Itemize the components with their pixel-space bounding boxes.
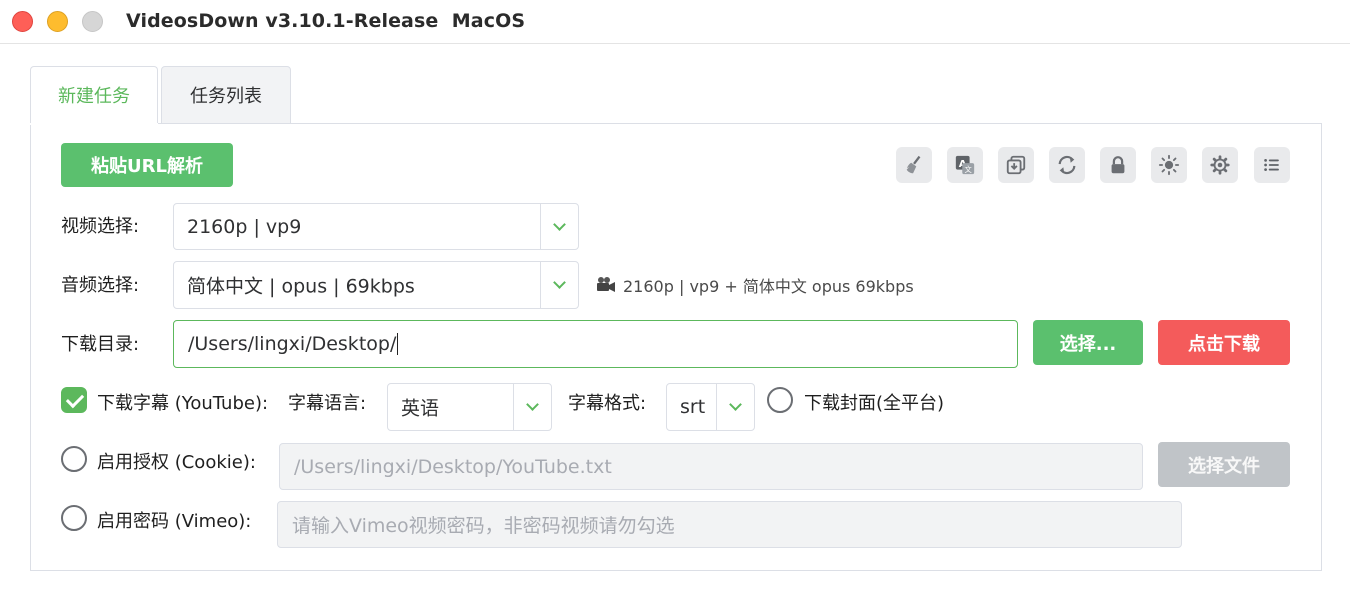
download-cover-checkbox[interactable] <box>767 387 793 413</box>
brightness-icon[interactable] <box>1151 147 1187 183</box>
subtitle-format-value: srt <box>680 396 706 418</box>
audio-select[interactable]: 简体中文 | opus | 69kbps <box>173 261 579 309</box>
video-select-value: 2160p | vp9 <box>187 215 302 238</box>
subtitle-language-value: 英语 <box>401 397 440 420</box>
copy-icon[interactable] <box>998 147 1034 183</box>
list-icon[interactable] <box>1254 147 1290 183</box>
lock-icon[interactable] <box>1100 147 1136 183</box>
start-download-button[interactable]: 点击下载 <box>1158 320 1290 365</box>
broom-icon[interactable] <box>896 147 932 183</box>
maximize-window-button[interactable] <box>82 11 103 32</box>
chevron-down-icon[interactable] <box>716 384 754 430</box>
translate-icon[interactable]: A文 <box>947 147 983 183</box>
download-subtitles-checkbox[interactable] <box>61 387 87 413</box>
svg-text:文: 文 <box>965 165 973 174</box>
format-summary-text: 2160p | vp9 + 简体中文 opus 69kbps <box>623 277 914 296</box>
video-camera-icon <box>595 276 617 294</box>
format-summary: 2160p | vp9 + 简体中文 opus 69kbps <box>595 273 914 297</box>
enable-cookie-checkbox[interactable] <box>61 446 87 472</box>
subtitle-language-select[interactable]: 英语 <box>387 383 552 431</box>
chevron-down-icon[interactable] <box>540 262 578 308</box>
choose-dir-button[interactable]: 选择... <box>1033 320 1143 365</box>
download-dir-label: 下载目录: <box>61 334 140 355</box>
video-select[interactable]: 2160p | vp9 <box>173 203 579 250</box>
settings-icon[interactable] <box>1202 147 1238 183</box>
vimeo-password-placeholder: 请输入Vimeo视频密码，非密码视频请勿勾选 <box>292 515 675 537</box>
cookie-file-input[interactable]: /Users/lingxi/Desktop/YouTube.txt <box>279 443 1143 490</box>
refresh-icon[interactable] <box>1049 147 1085 183</box>
download-cover-label: 下载封面(全平台) <box>804 393 945 414</box>
title-bar: VideosDown v3.10.1-Release MacOS <box>0 0 1350 44</box>
download-dir-value: /Users/lingxi/Desktop/ <box>188 333 397 355</box>
close-window-button[interactable] <box>12 11 33 32</box>
window-title: VideosDown v3.10.1-Release MacOS <box>126 10 526 32</box>
audio-select-value: 简体中文 | opus | 69kbps <box>187 275 415 298</box>
cookie-file-value: /Users/lingxi/Desktop/YouTube.txt <box>294 455 612 478</box>
enable-cookie-label: 启用授权 (Cookie): <box>97 452 256 473</box>
audio-select-label: 音频选择: <box>61 275 140 296</box>
enable-vimeo-password-label: 启用密码 (Vimeo): <box>97 511 252 532</box>
choose-cookie-file-button[interactable]: 选择文件 <box>1158 442 1290 487</box>
chevron-down-icon[interactable] <box>540 204 578 249</box>
chevron-down-icon[interactable] <box>513 384 551 430</box>
enable-vimeo-password-checkbox[interactable] <box>61 505 87 531</box>
download-subtitles-label: 下载字幕 (YouTube): <box>97 393 269 414</box>
paste-url-button[interactable]: 粘贴URL解析 <box>61 143 233 187</box>
subtitle-format-select[interactable]: srt <box>666 383 755 431</box>
tab-new-task[interactable]: 新建任务 <box>30 66 158 125</box>
subtitle-language-label: 字幕语言: <box>288 393 367 414</box>
video-select-label: 视频选择: <box>61 216 140 237</box>
subtitle-format-label: 字幕格式: <box>568 393 647 414</box>
minimize-window-button[interactable] <box>47 11 68 32</box>
vimeo-password-input[interactable]: 请输入Vimeo视频密码，非密码视频请勿勾选 <box>277 501 1182 548</box>
tab-task-list[interactable]: 任务列表 <box>161 66 291 124</box>
download-dir-input[interactable]: /Users/lingxi/Desktop/ <box>173 320 1018 368</box>
